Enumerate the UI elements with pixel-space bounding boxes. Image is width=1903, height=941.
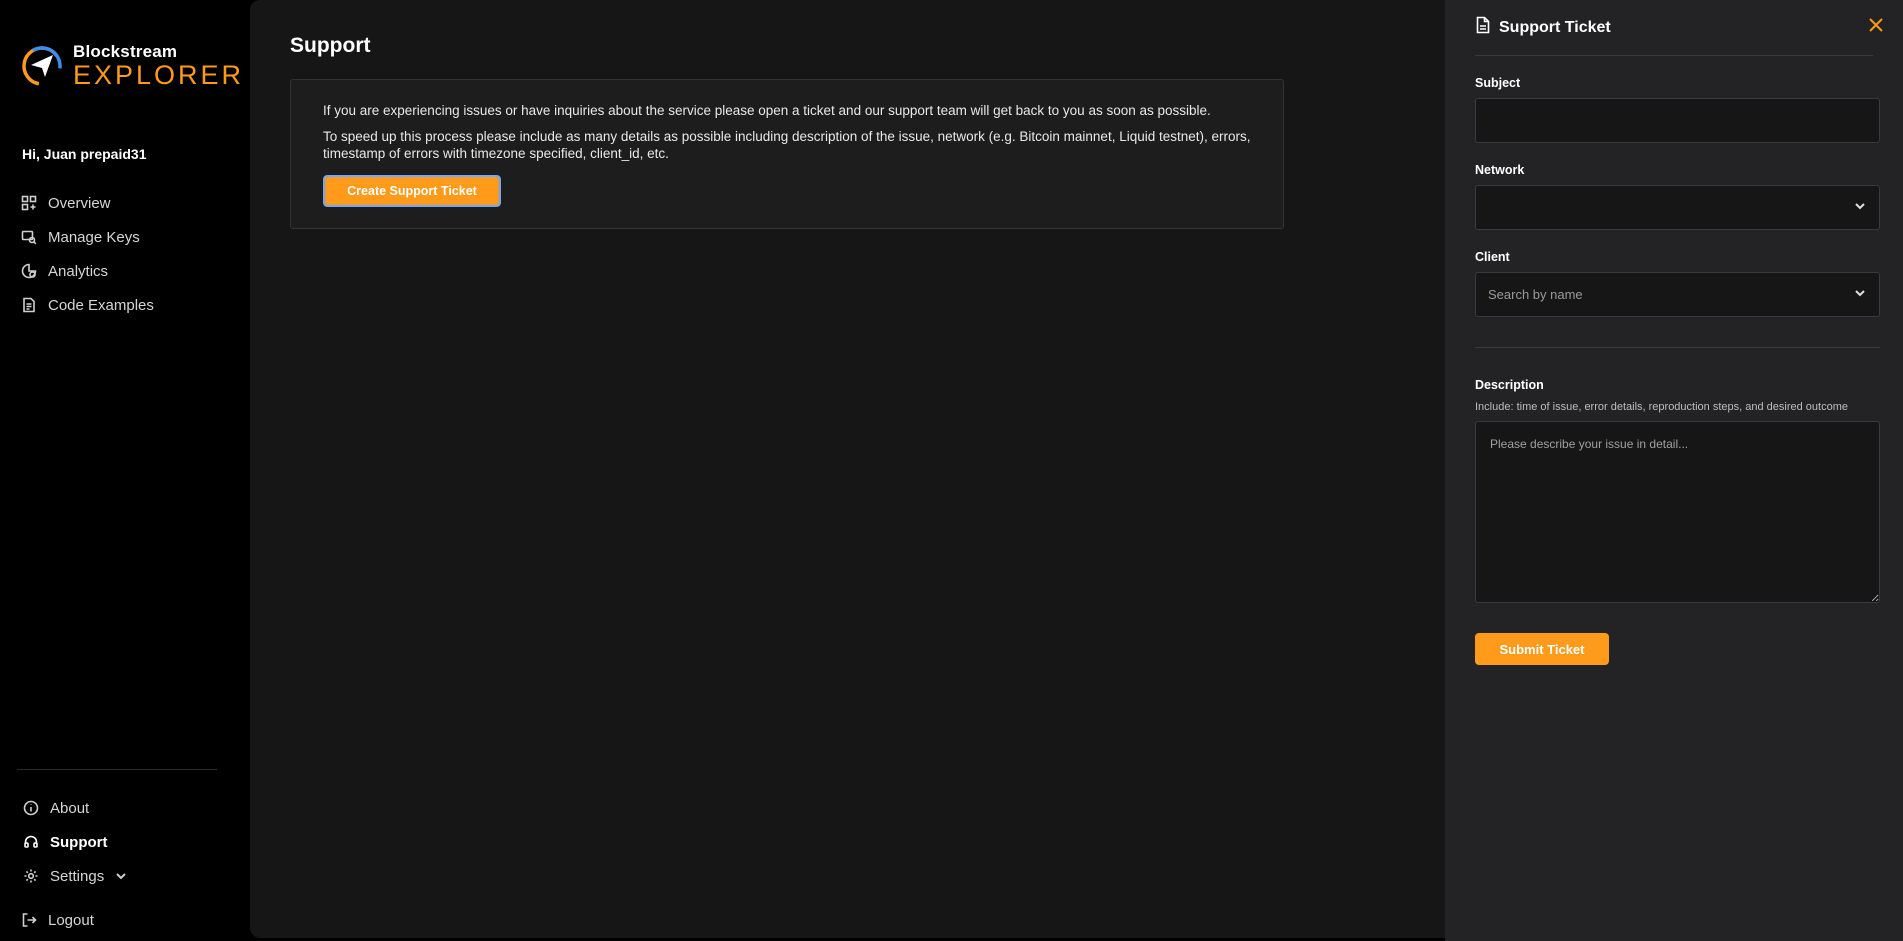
sidebar-item-label: Overview [48,194,111,212]
close-panel-button[interactable] [1865,14,1887,36]
client-search-placeholder: Search by name [1488,287,1583,302]
description-textarea[interactable] [1475,421,1880,603]
network-select[interactable] [1475,185,1880,230]
sidebar-divider [17,769,217,770]
app-root: Blockstream EXPLORER Hi, Juan prepaid31 … [0,0,1903,941]
headset-icon [22,833,40,851]
sidebar-item-label: About [50,799,90,817]
page-title: Support [290,34,371,57]
close-icon [1869,18,1883,32]
blockstream-logo-icon [22,46,62,86]
panel-title: Support Ticket [1499,18,1611,36]
support-info-card: If you are experiencing issues or have i… [290,79,1284,229]
user-greeting: Hi, Juan prepaid31 [22,146,147,162]
logout-label: Logout [48,911,94,929]
key-icon [20,228,38,246]
sidebar-item-analytics[interactable]: Analytics [20,254,230,288]
sidebar-item-about[interactable]: About [22,791,222,825]
description-label: Description [1475,378,1544,392]
support-info-text-2: To speed up this process please include … [323,129,1251,161]
sidebar-item-support[interactable]: Support [22,825,222,859]
logout-icon [20,911,38,929]
sidebar-bottom-nav: About Support Settings [22,791,222,893]
sidebar-item-label: Settings [50,867,105,885]
sidebar-item-label: Analytics [48,262,109,280]
sidebar-nav: Overview Manage Keys Analytics Code Exam… [20,186,230,322]
logout-button[interactable]: Logout [20,903,94,937]
sidebar-item-code-examples[interactable]: Code Examples [20,288,230,322]
chevron-down-icon [114,869,128,883]
sidebar-item-settings[interactable]: Settings [22,859,222,893]
document-icon [1475,16,1491,39]
brand-logo[interactable]: Blockstream EXPLORER [21,43,244,89]
sidebar-item-label: Manage Keys [48,228,140,246]
brand-name-top: Blockstream [73,42,178,61]
client-label: Client [1475,250,1510,264]
analytics-icon [20,262,38,280]
grid-icon [20,194,38,212]
sidebar-item-overview[interactable]: Overview [20,186,230,220]
chevron-down-icon [1853,199,1867,216]
info-icon [22,799,40,817]
client-select[interactable]: Search by name [1475,272,1880,317]
description-hint: Include: time of issue, error details, r… [1475,401,1848,413]
subject-input[interactable] [1475,98,1880,143]
sidebar-item-label: Code Examples [48,296,154,314]
panel-header: Support Ticket [1475,0,1873,56]
create-support-ticket-button[interactable]: Create Support Ticket [322,174,502,208]
panel-divider [1475,347,1880,348]
submit-ticket-button[interactable]: Submit Ticket [1475,633,1609,665]
support-info-text-1: If you are experiencing issues or have i… [323,103,1211,118]
chevron-down-icon [1853,286,1867,303]
network-label: Network [1475,163,1525,177]
support-ticket-panel: Support Ticket Subject Network Client Se… [1445,0,1903,941]
sidebar-item-label: Support [50,833,108,851]
gear-icon [22,867,40,885]
sidebar-item-manage-keys[interactable]: Manage Keys [20,220,230,254]
document-icon [20,296,38,314]
sidebar: Blockstream EXPLORER Hi, Juan prepaid31 … [0,0,250,941]
brand-name-bottom: EXPLORER [73,60,245,90]
subject-label: Subject [1475,76,1521,90]
